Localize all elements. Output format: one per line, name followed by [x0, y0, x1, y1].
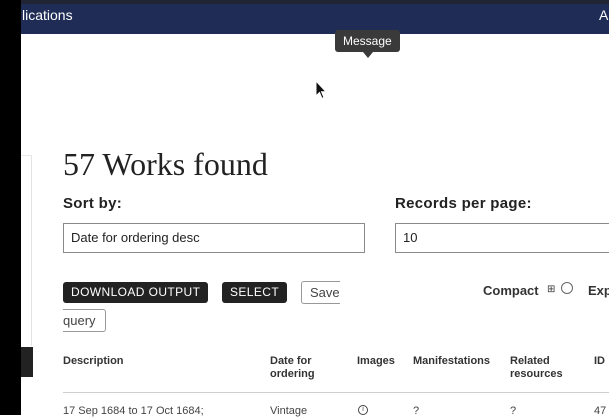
side-panel-dark-block — [21, 347, 33, 377]
compact-view-radio[interactable] — [561, 282, 573, 294]
column-header-description[interactable]: Description — [63, 355, 124, 368]
results-heading: 57 Works found — [63, 146, 268, 182]
nav-link-applications[interactable]: lications — [22, 7, 73, 23]
column-header-manifestations[interactable]: Manifestations — [413, 355, 490, 368]
tooltip-arrow — [363, 52, 373, 58]
column-header-id[interactable]: ID — [594, 355, 605, 368]
expanded-view-label[interactable]: Exp — [588, 283, 609, 298]
select-button[interactable]: SELECT — [222, 282, 288, 303]
save-query-button[interactable]: Save — [301, 281, 340, 304]
download-output-button[interactable]: DOWNLOAD OUTPUT — [63, 282, 209, 303]
column-header-images[interactable]: Images — [357, 355, 395, 368]
sort-select[interactable]: Date for ordering desc — [63, 223, 365, 253]
side-panel-edge — [21, 155, 32, 346]
save-query-button-continued[interactable]: query — [63, 309, 106, 332]
column-header-date[interactable]: Date for ordering — [270, 355, 340, 381]
mouse-cursor-icon — [315, 80, 327, 100]
table-header-divider — [63, 392, 609, 393]
table-cell-manifestations: ? — [413, 405, 420, 417]
records-per-page-select[interactable]: 10 — [395, 223, 609, 253]
column-header-related-resources[interactable]: Related resources — [510, 355, 580, 381]
table-cell-id: 47 — [594, 405, 607, 417]
message-tooltip: Message — [335, 30, 400, 52]
info-icon[interactable]: i — [358, 405, 368, 415]
left-black-edge — [0, 0, 21, 415]
grid-icon: ⊞ — [547, 284, 556, 295]
compact-view-label: Compact — [483, 283, 539, 298]
sort-label: Sort by: — [63, 195, 123, 212]
table-cell-date: Vintage — [270, 405, 308, 417]
nav-link-right[interactable]: A — [599, 7, 608, 23]
top-navbar: lications A — [0, 4, 609, 34]
table-cell-description[interactable]: 17 Sep 1684 to 17 Oct 1684; — [63, 405, 204, 417]
records-per-page-label: Records per page: — [395, 195, 532, 212]
table-cell-related: ? — [510, 405, 517, 417]
